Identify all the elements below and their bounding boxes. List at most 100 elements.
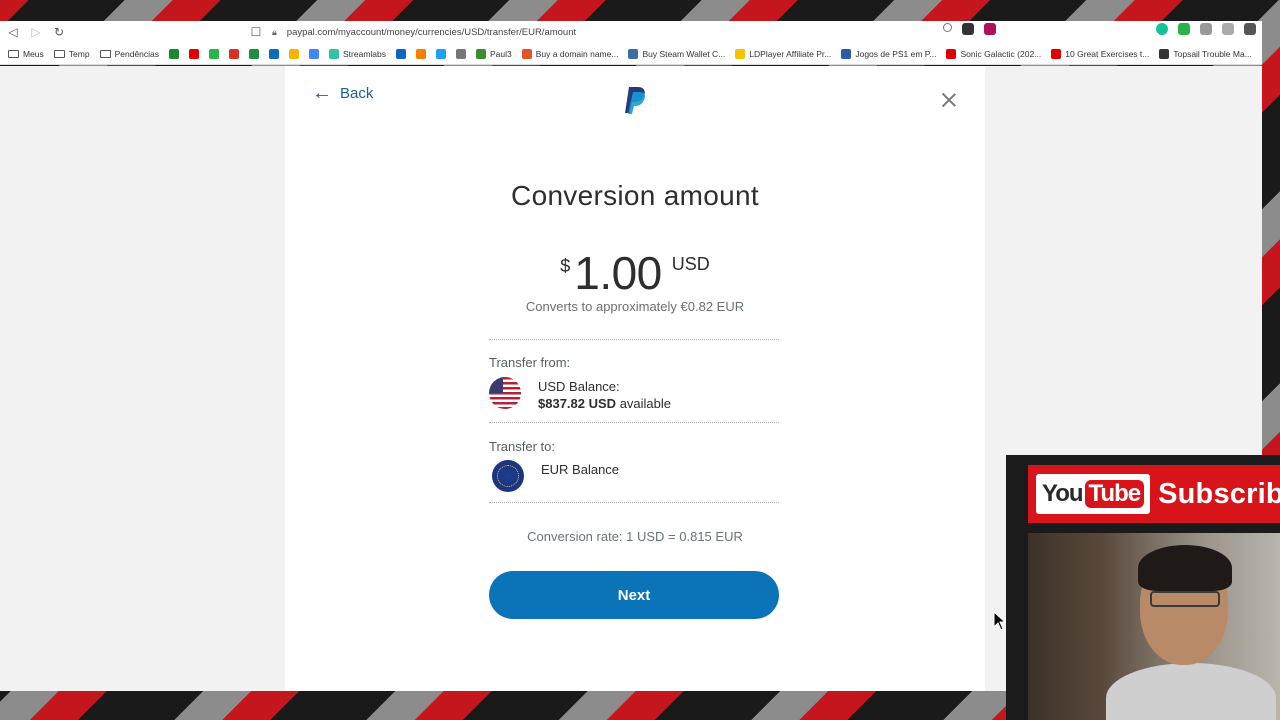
eur-balance-name: EUR Balance: [541, 462, 620, 477]
back-link[interactable]: ← Back: [312, 83, 373, 103]
divider: [489, 422, 779, 423]
transfer-to-label: Transfer to:: [489, 439, 555, 454]
brave-rewards-icon[interactable]: [984, 23, 996, 35]
brave-shield-icon[interactable]: [962, 23, 974, 35]
forward-nav-icon[interactable]: ▷: [26, 22, 46, 42]
gmail-icon: [229, 49, 240, 59]
ps1-icon: [841, 49, 852, 59]
paul-icon: [476, 49, 487, 59]
google-icon: [456, 49, 467, 59]
bookmark-item[interactable]: 10 Great Exercises t...: [1051, 49, 1149, 59]
bookmark-item[interactable]: [269, 49, 280, 59]
extension-icon-2[interactable]: [1200, 23, 1212, 35]
bookmark-item[interactable]: [396, 49, 407, 59]
bookmark-item[interactable]: Buy Steam Wallet C...: [628, 49, 725, 59]
webcam-overlay: You Tube Subscribe: [1006, 455, 1280, 720]
url-text: paypal.com/myaccount/money/currencies/US…: [286, 26, 577, 38]
bookmark-label: Temp: [68, 49, 90, 59]
bookmark-item[interactable]: Streamlabs: [329, 49, 386, 59]
address-bar[interactable]: ☐ 🔒︎ paypal.com/myaccount/money/currenci…: [251, 23, 976, 41]
paypal-dialog: ← Back Conversion amount $ 1.00 USD Conv…: [285, 66, 1007, 691]
eu-stars-ring: [497, 465, 519, 487]
bookmark-item[interactable]: Meus: [8, 49, 44, 59]
folder-icon: [53, 50, 65, 58]
bookmark-item[interactable]: [416, 49, 427, 59]
bookmark-label: Pendências: [114, 49, 160, 59]
bookmark-star-icon[interactable]: ☐: [246, 22, 266, 42]
bookmark-item[interactable]: LDPlayer Affiliate Pr...: [735, 49, 831, 59]
glasses: [1150, 591, 1220, 607]
divider: [489, 502, 779, 503]
grammarly-icon[interactable]: [1156, 23, 1168, 35]
amount-currency: USD: [671, 254, 710, 274]
bookmark-item[interactable]: Temp: [53, 49, 90, 59]
bookmark-label: Paul3: [490, 49, 512, 59]
back-label: Back: [340, 84, 374, 102]
bookmark-item[interactable]: Topsail Trouble Ma...: [1159, 49, 1252, 59]
folder-icon: [99, 50, 111, 58]
bookmark-label: Buy Steam Wallet C...: [642, 49, 726, 59]
amount-display[interactable]: $ 1.00 USD: [285, 246, 985, 300]
bookmark-item[interactable]: Paul3: [476, 49, 512, 59]
zoom-icon[interactable]: [943, 23, 952, 32]
puzzle-icon[interactable]: [1244, 23, 1256, 35]
person-body: [1106, 663, 1276, 720]
youtube-icon: [946, 49, 957, 59]
bookmark-label: Topsail Trouble Ma...: [1173, 49, 1252, 59]
outlook-icon: [269, 49, 280, 59]
transfer-from-label: Transfer from:: [489, 355, 571, 370]
divider: [489, 339, 779, 340]
h-icon: [169, 49, 180, 59]
twitter-icon: [436, 49, 447, 59]
extension-icon-1[interactable]: [1178, 23, 1190, 35]
bookmark-label: Meus: [23, 49, 44, 59]
webcam-feed: [1028, 533, 1280, 720]
youtube-logo-you: You: [1042, 480, 1084, 507]
extension-icon-3[interactable]: [1222, 23, 1234, 35]
bookmark-item[interactable]: Sonic Galactic (202...: [946, 49, 1041, 59]
bookmark-item[interactable]: [456, 49, 467, 59]
youtube-subscribe-banner: You Tube Subscribe: [1028, 465, 1280, 523]
bookmarks-bar: Meus Temp Pendências Streamlabs Paul3 Buy a d…: [0, 44, 1262, 64]
youtube-logo-tube: Tube: [1084, 480, 1145, 508]
close-icon[interactable]: [941, 92, 957, 108]
mouse-cursor-icon: [993, 611, 1007, 631]
domain-icon: [521, 49, 532, 59]
steam-icon: [628, 49, 639, 59]
browser-toolbar: ◁ ▷ ↻ ☐ 🔒︎ paypal.com/myaccount/money/cu…: [0, 21, 1262, 65]
amount-value[interactable]: 1.00: [574, 246, 662, 300]
bookmark-label: LDPlayer Affiliate Pr...: [749, 49, 832, 59]
youtube-icon: [189, 49, 200, 59]
paypal-logo-icon: [625, 87, 645, 114]
sheets-icon: [249, 49, 260, 59]
youtube-icon: [1051, 49, 1062, 59]
bookmark-item[interactable]: [189, 49, 200, 59]
streamlabs-icon: [329, 49, 340, 59]
blogger-icon: [416, 49, 427, 59]
bookmark-label: Buy a domain name...: [535, 49, 619, 59]
bookmark-item[interactable]: [169, 49, 180, 59]
drive-icon: [289, 49, 300, 59]
bookmark-label: Streamlabs: [343, 49, 387, 59]
bookmark-item[interactable]: [229, 49, 240, 59]
back-nav-icon[interactable]: ◁: [3, 22, 23, 42]
bookmark-item[interactable]: [436, 49, 447, 59]
person-hair: [1138, 545, 1232, 591]
usd-balance-name: USD Balance:: [538, 379, 620, 394]
bookmark-item[interactable]: [289, 49, 300, 59]
next-button[interactable]: Next: [489, 571, 779, 619]
reload-icon[interactable]: ↻: [49, 22, 69, 42]
bookmark-item[interactable]: Pendências: [99, 49, 160, 59]
folder-icon: [8, 50, 19, 58]
bookmark-item[interactable]: [309, 49, 320, 59]
bookmark-item[interactable]: [209, 49, 220, 59]
converts-text: Converts to approximately €0.82 EUR: [525, 299, 745, 314]
bookmark-item[interactable]: [249, 49, 260, 59]
bookmark-label: Sonic Galactic (202...: [960, 49, 1042, 59]
bookmark-item[interactable]: Buy a domain name...: [521, 49, 619, 59]
green-circle-icon: [209, 49, 220, 59]
bookmark-item[interactable]: Jogos de PS1 em P...: [841, 49, 936, 59]
us-flag-icon: [489, 377, 521, 409]
youtube-logo: You Tube: [1036, 474, 1151, 514]
navigation-bar: ◁ ▷ ↻ ☐ 🔒︎ paypal.com/myaccount/money/cu…: [0, 21, 1262, 43]
